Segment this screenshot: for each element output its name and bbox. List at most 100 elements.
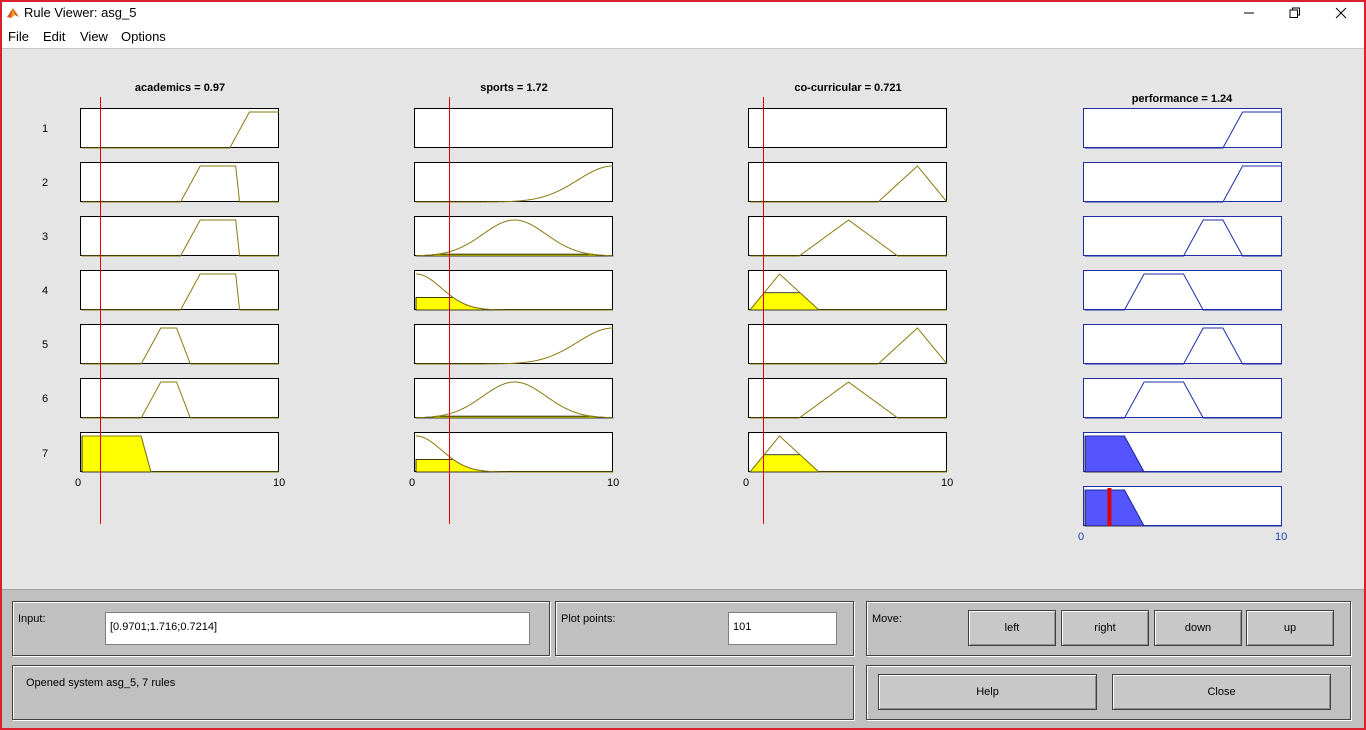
academics-mf-plot-graph xyxy=(82,219,279,257)
sports-mf-plot-membership-curve xyxy=(415,381,614,419)
menu-view[interactable]: View xyxy=(80,29,108,44)
sports-mf-plot-graph xyxy=(415,273,613,311)
input-field[interactable]: [0.9701;1.716;0.7214] xyxy=(105,612,530,645)
sports-mf-plot-graph xyxy=(416,165,614,203)
sports-mf-plot[interactable] xyxy=(414,162,614,203)
academics-mf-plot[interactable] xyxy=(80,162,279,203)
performance-mf-plot[interactable] xyxy=(1083,162,1282,203)
menu-options[interactable]: Options xyxy=(121,29,166,44)
academics-mf-plot[interactable] xyxy=(80,216,279,257)
sports-mf-plot-membership-curve xyxy=(416,165,614,203)
restore-button[interactable] xyxy=(1272,2,1318,24)
performance-axis-min: 0 xyxy=(1078,531,1085,543)
co-curricular-mf-plot-membership-curve xyxy=(750,381,947,419)
performance-mf-plot[interactable] xyxy=(1083,324,1282,365)
sports-input-line[interactable] xyxy=(448,97,450,524)
performance-mf-plot-membership-curve xyxy=(1085,111,1282,149)
sports-mf-plot[interactable] xyxy=(414,432,613,473)
restore-icon xyxy=(1289,7,1300,18)
rule-number: 2 xyxy=(41,177,49,189)
co-curricular-mf-plot-membership-curve xyxy=(750,219,947,257)
academics-mf-plot-graph xyxy=(82,165,279,203)
academics-mf-plot[interactable] xyxy=(80,432,279,473)
close-button[interactable]: Close xyxy=(1112,674,1331,710)
performance-mf-plot-membership-curve xyxy=(1085,165,1282,203)
co-curricular-mf-plot[interactable] xyxy=(748,324,948,365)
academics-mf-plot-graph xyxy=(82,381,279,419)
input-label: Input: xyxy=(18,613,46,625)
performance-mf-plot-membership-curve xyxy=(1085,381,1282,419)
help-button[interactable]: Help xyxy=(878,674,1097,710)
academics-input-line[interactable] xyxy=(100,97,102,524)
move-group: Move: left right down up xyxy=(866,601,1351,656)
co-curricular-input-line[interactable] xyxy=(763,97,765,524)
help-close-group: Help Close xyxy=(866,665,1351,720)
sports-mf-plot-membership-curve xyxy=(416,327,614,365)
rule-number: 7 xyxy=(41,448,49,460)
sports-mf-plot-graph xyxy=(415,109,614,149)
co-curricular-mf-plot-membership-curve xyxy=(750,327,948,365)
co-curricular-mf-plot[interactable] xyxy=(748,162,948,203)
academics-mf-plot-membership-curve xyxy=(82,111,279,149)
matlab-icon xyxy=(7,8,19,18)
academics-mf-plot[interactable] xyxy=(80,270,279,311)
co-curricular-mf-plot[interactable] xyxy=(748,270,947,311)
co-curricular-mf-plot-graph xyxy=(750,165,948,203)
rule-plot-area[interactable]: academics = 0.97 sports = 1.72 co-curric… xyxy=(2,49,1364,589)
move-right-button[interactable]: right xyxy=(1061,610,1149,646)
sports-mf-plot[interactable] xyxy=(414,216,614,257)
academics-mf-plot[interactable] xyxy=(80,324,279,365)
performance-mf-plot[interactable] xyxy=(1083,378,1282,419)
sports-mf-plot[interactable] xyxy=(414,324,614,365)
co-curricular-mf-plot-membership-curve xyxy=(750,165,948,203)
co-curricular-mf-plot-graph xyxy=(749,273,947,311)
co-curricular-mf-plot[interactable] xyxy=(748,378,947,419)
academics-mf-plot-graph xyxy=(82,111,279,149)
co-curricular-mf-plot[interactable] xyxy=(748,432,947,473)
sports-mf-plot-graph xyxy=(416,327,614,365)
co-curricular-mf-plot[interactable] xyxy=(748,108,947,148)
sports-mf-plot-fired-area xyxy=(415,253,614,257)
rule-number: 6 xyxy=(41,393,49,405)
performance-mf-plot-membership-curve xyxy=(1085,219,1282,257)
co-curricular-mf-plot-graph xyxy=(750,327,948,365)
academics-mf-plot-fired-area xyxy=(81,435,279,473)
academics-mf-plot-membership-curve xyxy=(82,165,279,203)
academics-title: academics = 0.97 xyxy=(134,82,226,94)
minimize-button[interactable] xyxy=(1226,2,1272,24)
performance-mf-plot[interactable] xyxy=(1083,108,1282,149)
status-group: Opened system asg_5, 7 rules xyxy=(12,665,854,720)
menu-bar: File Edit View Options xyxy=(2,24,1364,49)
sports-mf-plot-membership-curve xyxy=(415,219,614,257)
move-left-button[interactable]: left xyxy=(968,610,1056,646)
sports-mf-plot-graph xyxy=(415,381,614,419)
performance-mf-plot-graph xyxy=(1085,165,1282,203)
sports-axis-max: 10 xyxy=(607,477,620,489)
academics-mf-plot-membership-curve xyxy=(82,381,279,419)
sports-mf-plot[interactable] xyxy=(414,108,613,148)
menu-edit[interactable]: Edit xyxy=(43,29,65,44)
performance-aggregate-plot[interactable] xyxy=(1083,486,1282,527)
co-curricular-title: co-curricular = 0.721 xyxy=(794,82,902,94)
co-curricular-mf-plot[interactable] xyxy=(748,216,947,257)
academics-mf-plot-membership-curve xyxy=(82,219,279,257)
move-up-button[interactable]: up xyxy=(1246,610,1334,646)
plot-points-field[interactable]: 101 xyxy=(728,612,837,645)
sports-mf-plot[interactable] xyxy=(414,270,613,311)
co-curricular-mf-plot-fired-area xyxy=(749,454,947,473)
co-curricular-axis-min: 0 xyxy=(743,477,750,489)
plot-points-label: Plot points: xyxy=(561,613,616,625)
academics-mf-plot[interactable] xyxy=(80,108,279,149)
sports-axis-min: 0 xyxy=(409,477,416,489)
move-down-button[interactable]: down xyxy=(1154,610,1242,646)
performance-mf-plot[interactable] xyxy=(1083,432,1282,473)
window-title: Rule Viewer: asg_5 xyxy=(24,5,137,20)
academics-mf-plot[interactable] xyxy=(80,378,279,419)
menu-file[interactable]: File xyxy=(8,29,29,44)
performance-aggregate-plot-graph xyxy=(1084,488,1282,527)
performance-mf-plot[interactable] xyxy=(1083,270,1282,311)
co-curricular-mf-plot-graph xyxy=(750,219,947,257)
performance-mf-plot[interactable] xyxy=(1083,216,1282,257)
close-window-button[interactable] xyxy=(1318,2,1364,24)
sports-mf-plot[interactable] xyxy=(414,378,614,419)
